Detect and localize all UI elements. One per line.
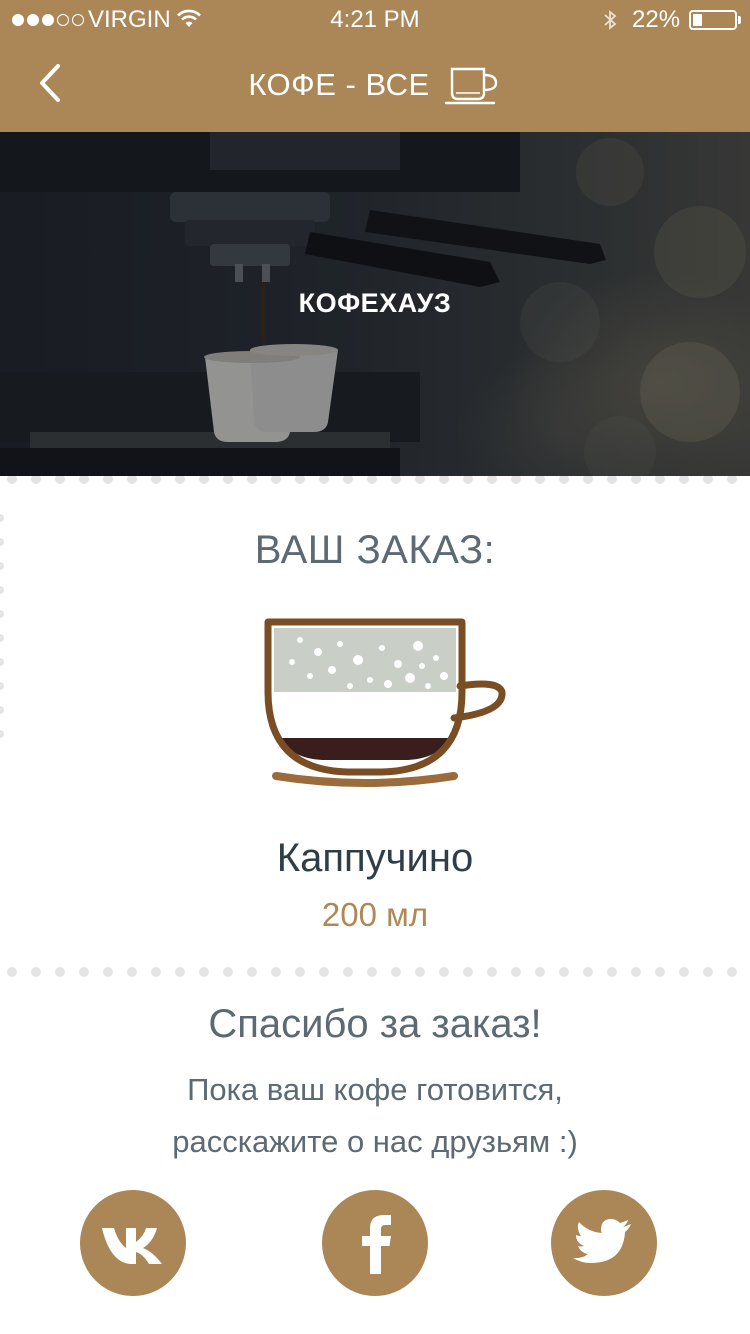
drink-name: Каппучино xyxy=(276,836,474,880)
share-twitter-button[interactable] xyxy=(551,1190,657,1296)
share-vk-button[interactable] xyxy=(80,1190,186,1296)
bluetooth-icon xyxy=(604,10,617,30)
ticket-edge-top xyxy=(0,476,750,488)
facebook-icon xyxy=(362,1215,391,1274)
share-facebook-button[interactable] xyxy=(322,1190,428,1296)
hero-banner: КОФЕХАУЗ xyxy=(0,132,750,476)
order-label: ВАШ ЗАКАЗ: xyxy=(254,528,496,572)
drink-volume: 200 мл xyxy=(321,896,429,933)
twitter-icon xyxy=(573,1219,631,1263)
app-header: VIRGIN 4:21 PM 22% КОФЕ - ВСЕ xyxy=(0,0,750,132)
coffee-cup-icon xyxy=(444,67,497,105)
battery-percent: 22% xyxy=(632,6,681,33)
thanks-title: Спасибо за заказ! xyxy=(208,1002,542,1046)
thanks-line-1: Пока ваш кофе готовится, xyxy=(187,1072,563,1107)
ticket-edge-bottom xyxy=(0,966,750,978)
battery-icon xyxy=(689,10,737,30)
battery-tip xyxy=(738,16,741,24)
cappuccino-cup-icon xyxy=(264,618,506,787)
status-bar: VIRGIN 4:21 PM 22% xyxy=(0,0,750,40)
hero-title: КОФЕХАУЗ xyxy=(298,288,452,318)
thanks-line-2: расскажите о нас друзьям :) xyxy=(172,1124,578,1159)
nav-title-group: КОФЕ - ВСЕ xyxy=(0,62,750,108)
vk-icon xyxy=(102,1228,162,1264)
page-title: КОФЕ - ВСЕ xyxy=(248,67,430,102)
thanks-message: Пока ваш кофе готовится, расскажите о на… xyxy=(0,1064,750,1168)
